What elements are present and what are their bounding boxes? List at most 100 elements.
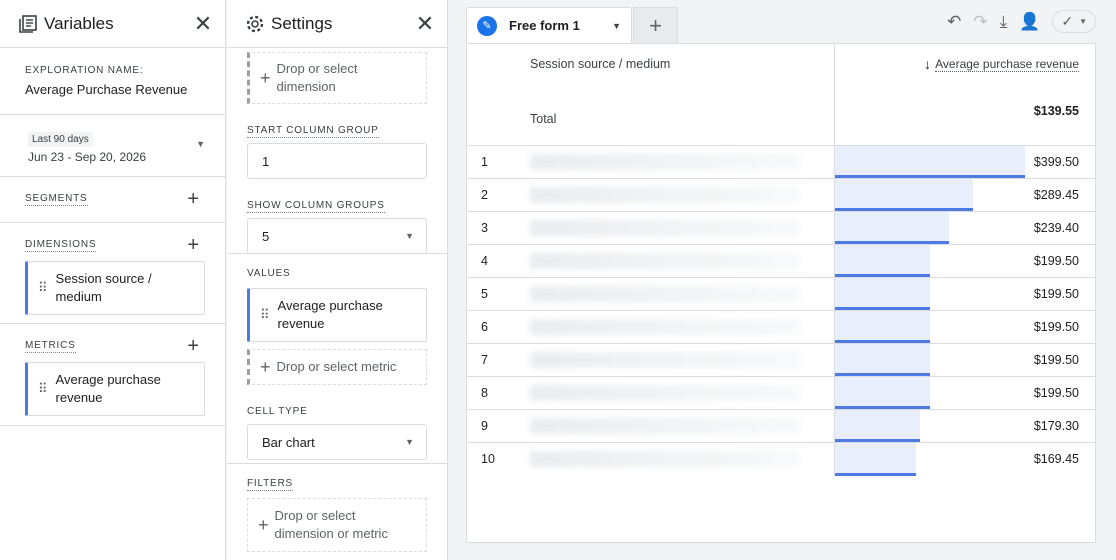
- add-metric-icon[interactable]: +: [187, 336, 199, 356]
- variables-header: Variables ✕: [0, 0, 225, 48]
- dropdown-arrow-icon: ▼: [1079, 17, 1087, 26]
- date-range-picker[interactable]: Last 90 days Jun 23 - Sep 20, 2026 ▼: [0, 115, 225, 177]
- chevron-down-icon[interactable]: ▼: [196, 139, 205, 176]
- metric-chip[interactable]: ⠿ Average purchase revenue: [25, 362, 205, 416]
- table-row[interactable]: 9 $179.30: [467, 410, 1095, 443]
- metric-bar: [835, 311, 930, 343]
- row-number: 6: [481, 320, 488, 334]
- drop-dimension-label: Drop or select dimension: [276, 61, 358, 94]
- drop-filter-target[interactable]: + Drop or select dimension or metric: [247, 498, 427, 552]
- tab-free-form-1[interactable]: ✎ Free form 1 ▼: [466, 7, 632, 43]
- check-circle-menu[interactable]: ✓ ▼: [1052, 10, 1096, 33]
- blurred-dimension-value: [530, 451, 800, 467]
- segments-label: SEGMENTS: [25, 192, 88, 206]
- metric-value: $199.50: [1033, 287, 1079, 301]
- add-dimension-icon[interactable]: +: [187, 235, 199, 255]
- dropdown-arrow-icon: ▼: [405, 437, 414, 447]
- blurred-dimension-value: [530, 286, 800, 302]
- metric-column-header[interactable]: ↓ Average purchase revenue: [924, 56, 1079, 72]
- metrics-label: METRICS: [25, 339, 76, 353]
- values-label: VALUES: [247, 268, 291, 279]
- metric-value: $239.40: [1033, 221, 1079, 235]
- row-number: 9: [481, 419, 488, 433]
- value-chip-label: Average purchase revenue: [277, 298, 383, 331]
- tab-bar: ✎ Free form 1 ▼ + ↶ ↷ ⤓ 👤 ✓ ▼: [449, 0, 1116, 43]
- table-row[interactable]: 5 $199.50: [467, 278, 1095, 311]
- start-column-group-label: START COLUMN GROUP: [247, 125, 379, 138]
- table-row[interactable]: 2 $289.45: [467, 179, 1095, 212]
- canvas-area: ✎ Free form 1 ▼ + ↶ ↷ ⤓ 👤 ✓ ▼ Session so…: [449, 0, 1116, 560]
- show-column-groups-value: 5: [262, 228, 270, 244]
- table-row[interactable]: 7 $199.50: [467, 344, 1095, 377]
- table-row[interactable]: 3 $239.40: [467, 212, 1095, 245]
- drag-handle-icon[interactable]: ⠿: [38, 381, 47, 397]
- table-row[interactable]: 4 $199.50: [467, 245, 1095, 278]
- download-icon[interactable]: ⤓: [1000, 12, 1008, 32]
- blurred-dimension-value: [530, 352, 800, 368]
- drag-handle-icon[interactable]: ⠿: [38, 280, 47, 296]
- metric-bar: [835, 179, 973, 211]
- share-user-icon[interactable]: 👤: [1019, 12, 1040, 32]
- segments-section: SEGMENTS +: [0, 177, 225, 223]
- row-number: 4: [481, 254, 488, 268]
- metric-value: $199.50: [1033, 254, 1079, 268]
- close-variables-icon[interactable]: ✕: [193, 12, 213, 35]
- row-number: 8: [481, 386, 488, 400]
- add-tab-button[interactable]: +: [633, 7, 678, 43]
- add-segment-icon[interactable]: +: [187, 189, 199, 209]
- variables-title: Variables: [44, 13, 114, 33]
- dropdown-arrow-icon: ▼: [405, 231, 414, 241]
- metric-value: $199.50: [1033, 353, 1079, 367]
- metric-column-label: Average purchase revenue: [935, 56, 1079, 72]
- metrics-section: METRICS + ⠿ Average purchase revenue: [0, 324, 225, 426]
- blurred-dimension-value: [530, 187, 800, 203]
- date-preset-chip: Last 90 days: [28, 132, 93, 147]
- metric-bar-cell: $169.45: [834, 443, 1095, 476]
- metric-chip-label: Average purchase revenue: [55, 372, 161, 405]
- check-circle-icon: ✓: [1061, 13, 1074, 29]
- metric-value: $399.50: [1033, 155, 1079, 169]
- plus-icon: +: [260, 356, 271, 377]
- settings-header: Settings ✕: [227, 0, 447, 48]
- cell-type-select[interactable]: Bar chart ▼: [247, 424, 427, 460]
- show-column-groups-select[interactable]: 5 ▼: [247, 218, 427, 254]
- filters-section: FILTERS + Drop or select dimension or me…: [227, 464, 447, 552]
- column-divider: [834, 44, 835, 145]
- table-row[interactable]: 1 $399.50: [467, 146, 1095, 179]
- dimensions-section: DIMENSIONS + ⠿ Session source / medium: [0, 223, 225, 324]
- date-range-text: Jun 23 - Sep 20, 2026: [28, 150, 147, 164]
- dimension-column-header[interactable]: Session source / medium: [530, 57, 670, 71]
- drop-metric-label: Drop or select metric: [276, 359, 397, 374]
- dimension-chip-label: Session source / medium: [55, 271, 152, 304]
- dimension-chip[interactable]: ⠿ Session source / medium: [25, 261, 205, 315]
- table-row[interactable]: 10 $169.45: [467, 443, 1095, 476]
- blurred-dimension-value: [530, 319, 800, 335]
- close-settings-icon[interactable]: ✕: [415, 12, 435, 35]
- free-form-table: Session source / medium Total ↓ Average …: [466, 43, 1096, 543]
- tab-menu-icon[interactable]: ▼: [612, 21, 621, 31]
- cell-type-value: Bar chart: [262, 434, 315, 450]
- variables-icon: [19, 14, 37, 33]
- value-chip[interactable]: ⠿ Average purchase revenue: [247, 288, 427, 342]
- exploration-name-input[interactable]: Average Purchase Revenue: [25, 82, 205, 97]
- dimensions-label: DIMENSIONS: [25, 238, 97, 252]
- variables-panel: Variables ✕ EXPLORATION NAME: Average Pu…: [0, 0, 226, 560]
- table-row[interactable]: 8 $199.50: [467, 377, 1095, 410]
- undo-icon[interactable]: ↶: [947, 12, 961, 32]
- metric-value: $199.50: [1033, 386, 1079, 400]
- sort-descending-icon[interactable]: ↓: [924, 56, 931, 72]
- plus-icon: +: [258, 514, 269, 535]
- metric-bar-cell: $199.50: [834, 245, 1095, 277]
- table-row[interactable]: 6 $199.50: [467, 311, 1095, 344]
- drop-dimension-target[interactable]: + Drop or select dimension: [247, 52, 427, 104]
- total-value: $139.55: [1033, 104, 1079, 118]
- row-number: 2: [481, 188, 488, 202]
- start-column-group-input[interactable]: 1: [247, 143, 427, 179]
- metric-value: $179.30: [1033, 419, 1079, 433]
- drop-metric-target[interactable]: + Drop or select metric: [247, 349, 427, 385]
- metric-bar: [835, 146, 1025, 178]
- redo-icon[interactable]: ↷: [973, 12, 987, 32]
- metric-bar: [835, 443, 916, 476]
- drag-handle-icon[interactable]: ⠿: [260, 307, 269, 323]
- show-column-groups-label: SHOW COLUMN GROUPS: [247, 200, 385, 213]
